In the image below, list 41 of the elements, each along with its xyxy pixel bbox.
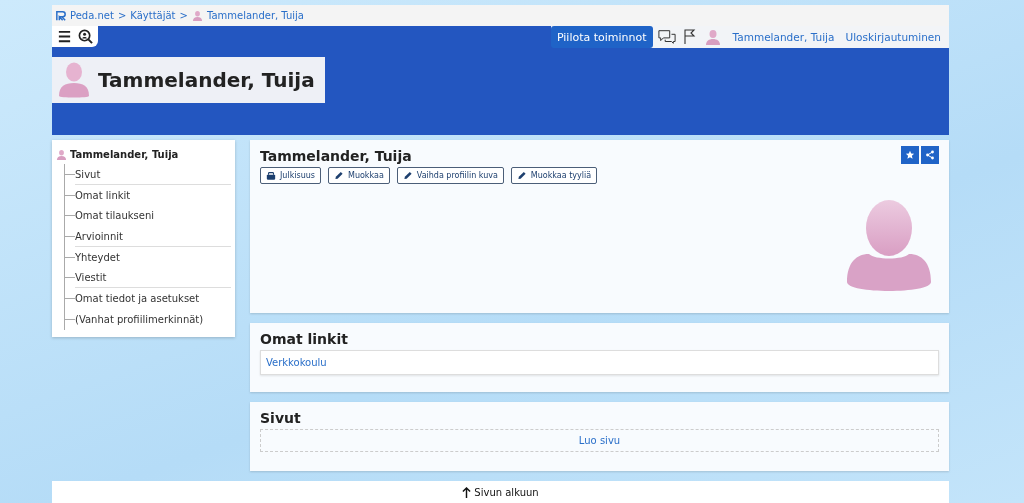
user-icon	[191, 10, 203, 21]
profile-title: Tammelander, Tuija	[260, 148, 412, 164]
visibility-button[interactable]: Julkisuus	[260, 167, 321, 184]
logo-icon	[56, 10, 66, 21]
user-search-icon[interactable]	[78, 29, 93, 44]
create-page-button[interactable]: Luo sivu	[260, 429, 939, 452]
edit-button[interactable]: Vaihda profiilin kuva	[396, 167, 504, 184]
breadcrumb-link[interactable]: Käyttäjät	[130, 10, 176, 21]
sidebar-item[interactable]: Omat linkit	[75, 189, 131, 201]
sidebar-item[interactable]: Sivut	[75, 168, 101, 180]
menu-icon[interactable]	[57, 29, 72, 44]
lock-icon	[266, 171, 276, 180]
user-name-link[interactable]: Tammelander, Tuija	[732, 31, 835, 43]
sidebar-item[interactable]: Yhteydet	[75, 251, 120, 263]
user-avatar-icon	[58, 62, 90, 98]
sidebar-item[interactable]: Tammelander, Tuija	[70, 148, 179, 160]
arrow-up-icon	[462, 487, 472, 498]
pencil-icon	[402, 171, 413, 180]
sidebar-item[interactable]: Omat tilaukseni	[75, 210, 155, 222]
breadcrumb-separator: >	[179, 10, 188, 21]
section-title: Omat linkit	[260, 331, 349, 347]
breadcrumb-link[interactable]: Peda.net	[70, 10, 114, 21]
sidebar-item[interactable]: Omat tiedot ja asetukset	[75, 292, 200, 304]
sidebar-item[interactable]: (Vanhat profiilimerkinnät)	[75, 313, 204, 325]
user-icon	[56, 148, 67, 160]
hide-actions-button[interactable]: Piilota toiminnot	[550, 26, 653, 48]
page-title: Tammelander, Tuija	[98, 68, 315, 92]
breadcrumb-link[interactable]: Tammelander, Tuija	[206, 10, 304, 21]
pencil-icon	[334, 171, 344, 180]
share-icon[interactable]	[921, 146, 939, 164]
breadcrumb-separator: >	[117, 10, 127, 21]
link-item[interactable]: Verkkokoulu	[260, 350, 939, 375]
edit-button[interactable]: Muokkaa	[328, 167, 390, 184]
section-title: Sivut	[260, 410, 302, 426]
logout-link[interactable]: Uloskirjautuminen	[845, 31, 941, 43]
pencil-icon	[516, 171, 527, 180]
chat-icon[interactable]	[657, 29, 676, 45]
sidebar-item[interactable]: Viestit	[75, 272, 107, 284]
back-to-top-link[interactable]: Sivun alkuun	[462, 487, 539, 500]
sidebar-item[interactable]: Arvioinnit	[75, 230, 123, 242]
edit-button[interactable]: Muokkaa tyyliä	[510, 167, 598, 184]
